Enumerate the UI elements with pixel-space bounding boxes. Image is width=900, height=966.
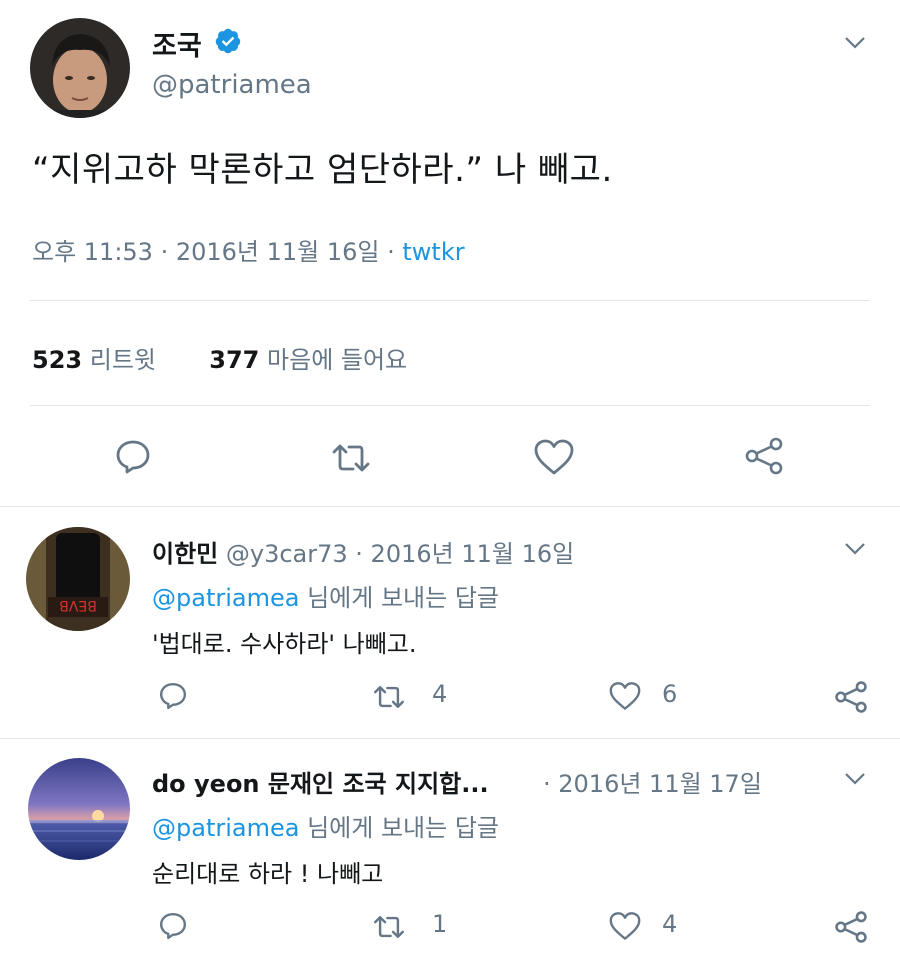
reply-to-suffix: 님에게 보내는 답글 bbox=[299, 584, 499, 612]
reply-author-name: do yeon 문재인 조국 지지합... bbox=[152, 770, 489, 798]
heart-icon[interactable] bbox=[533, 438, 575, 476]
reply-to-suffix: 님에게 보내는 답글 bbox=[299, 814, 499, 842]
retweet-icon[interactable] bbox=[372, 684, 406, 710]
tweet-source-link[interactable]: twtkr bbox=[402, 238, 464, 266]
tweet-stats: 523 리트윗 377 마음에 들어요 bbox=[32, 340, 407, 375]
reply-icon[interactable] bbox=[158, 681, 188, 711]
chevron-down-icon[interactable] bbox=[844, 542, 866, 556]
share-icon[interactable] bbox=[834, 680, 868, 714]
reply-date[interactable]: · 2016년 11월 17일 bbox=[543, 764, 762, 799]
reply-avatar[interactable]: BEVB bbox=[26, 527, 130, 631]
divider bbox=[30, 300, 870, 301]
like-stat[interactable]: 377 마음에 들어요 bbox=[209, 346, 407, 374]
reply-to-handle[interactable]: @patriamea bbox=[152, 814, 299, 842]
reply-context: @patriamea 님에게 보내는 답글 bbox=[152, 808, 499, 843]
reply-handle-date: @y3car73 · 2016년 11월 16일 bbox=[218, 540, 575, 568]
chevron-down-icon[interactable] bbox=[844, 772, 866, 786]
reply-icon[interactable] bbox=[114, 438, 152, 476]
like-count: 6 bbox=[662, 680, 678, 708]
reply-author-name: 이한민 bbox=[152, 540, 219, 568]
author-avatar[interactable] bbox=[30, 18, 130, 118]
reply-avatar[interactable] bbox=[28, 758, 130, 860]
heart-icon[interactable] bbox=[608, 911, 642, 941]
reply-context: @patriamea 님에게 보내는 답글 bbox=[152, 578, 499, 613]
reply-author[interactable]: do yeon 문재인 조국 지지합... bbox=[152, 764, 489, 799]
author-handle[interactable]: @patriamea bbox=[152, 70, 312, 100]
share-icon[interactable] bbox=[744, 436, 784, 476]
like-label: 마음에 들어요 bbox=[267, 346, 408, 374]
retweet-icon[interactable] bbox=[372, 914, 406, 940]
retweet-label: 리트윗 bbox=[89, 346, 156, 374]
share-icon[interactable] bbox=[834, 910, 868, 944]
verified-badge-icon bbox=[215, 28, 241, 54]
chevron-down-icon[interactable] bbox=[844, 36, 866, 50]
like-count: 377 bbox=[209, 346, 260, 374]
heart-icon[interactable] bbox=[608, 681, 642, 711]
retweet-count: 4 bbox=[432, 680, 448, 708]
reply-author[interactable]: 이한민 @y3car73 · 2016년 11월 16일 bbox=[152, 534, 574, 569]
tweet-text: “지위고하 막론하고 엄단하라.” 나 빼고. bbox=[32, 150, 613, 190]
retweet-icon[interactable] bbox=[330, 442, 372, 474]
reply-text: '법대로. 수사하라' 나빼고. bbox=[152, 630, 417, 658]
reply-icon[interactable] bbox=[158, 911, 188, 941]
separator bbox=[0, 738, 900, 739]
tweet-time[interactable]: 오후 11:53 · 2016년 11월 16일 · bbox=[32, 238, 402, 266]
separator bbox=[0, 506, 900, 507]
svg-text:BEVB: BEVB bbox=[59, 597, 97, 613]
tweet-timestamp: 오후 11:53 · 2016년 11월 16일 · twtkr bbox=[32, 232, 465, 267]
reply-text: 순리대로 하라 ! 나빼고 bbox=[152, 860, 384, 888]
retweet-count: 1 bbox=[432, 910, 448, 938]
retweet-count: 523 bbox=[32, 346, 83, 374]
reply-to-handle[interactable]: @patriamea bbox=[152, 584, 299, 612]
retweet-stat[interactable]: 523 리트윗 bbox=[32, 346, 156, 374]
divider bbox=[30, 405, 870, 406]
like-count: 4 bbox=[662, 910, 678, 938]
author-name[interactable]: 조국 bbox=[152, 24, 202, 63]
